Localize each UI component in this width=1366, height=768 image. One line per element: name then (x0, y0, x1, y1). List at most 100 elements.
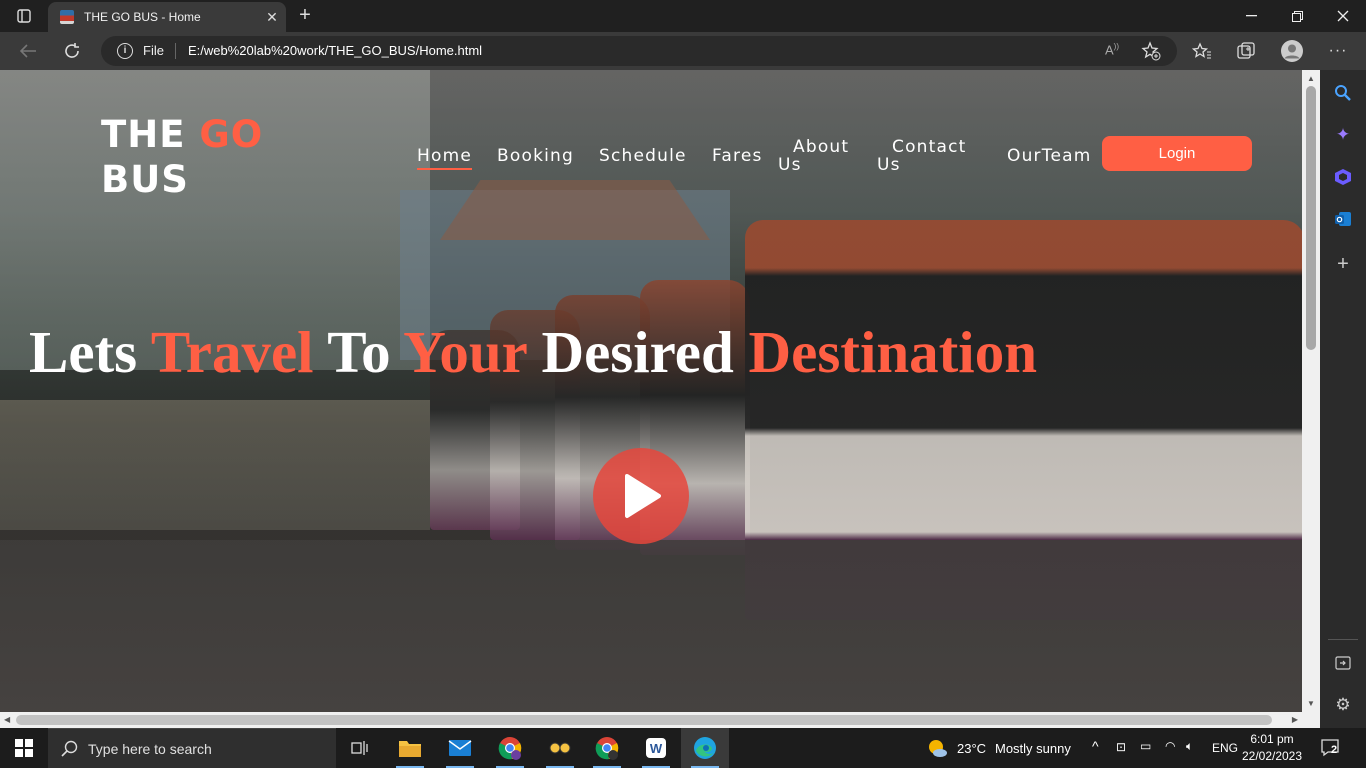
close-tab-icon[interactable]: ✕ (258, 9, 286, 26)
horizontal-scroll-thumb[interactable] (16, 715, 1272, 725)
hero-headline: Lets Travel To Your Desired Destination (0, 318, 1266, 387)
office-icon[interactable] (1331, 165, 1355, 189)
scroll-left-icon[interactable]: ◀ (4, 715, 10, 724)
nav-fares[interactable]: Fares (712, 147, 763, 165)
show-hidden-icons-icon[interactable]: ^ (1092, 738, 1099, 754)
sidebar-layout-icon[interactable] (1331, 651, 1355, 675)
vertical-scrollbar[interactable]: ▲ ▼ (1302, 70, 1320, 712)
wifi-icon[interactable]: ◠ (1165, 739, 1175, 753)
play-video-button[interactable] (593, 448, 689, 544)
nav-contact-us[interactable]: Contact Us (877, 138, 967, 174)
page-hero: THE GO BUS Home Booking Schedule Fares A… (0, 70, 1302, 712)
scrollbar-corner (1302, 712, 1320, 728)
headline-word: Destination (748, 319, 1038, 385)
app-glasses-icon[interactable] (536, 728, 584, 768)
background-roof (440, 180, 710, 240)
word-icon[interactable]: W (632, 728, 680, 768)
language-indicator[interactable]: ENG (1212, 741, 1238, 755)
task-view-icon[interactable] (336, 728, 384, 768)
browser-toolbar: i File E:/web%20lab%20work/THE_GO_BUS/Ho… (0, 32, 1366, 70)
headline-word: Travel (150, 319, 314, 385)
collections-icon[interactable] (1232, 38, 1260, 64)
more-options-icon[interactable]: ··· (1324, 38, 1352, 64)
nav-home[interactable]: Home (417, 147, 473, 170)
clock-time: 6:01 pm (1250, 732, 1294, 746)
nav-booking[interactable]: Booking (497, 147, 574, 165)
scroll-up-icon[interactable]: ▲ (1307, 74, 1315, 83)
nav-about-label-2: Us (778, 155, 802, 175)
headline-word: Desired (541, 319, 734, 385)
copilot-sparkle-icon[interactable]: ✦ (1331, 123, 1355, 147)
nav-contact-label-2: Us (877, 155, 901, 175)
file-explorer-icon[interactable] (386, 728, 434, 768)
battery-icon[interactable]: ▭ (1140, 739, 1151, 753)
weather-condition[interactable]: Mostly sunny (995, 741, 1071, 756)
windows-start-button[interactable] (0, 728, 48, 768)
edge-icon[interactable] (681, 728, 729, 768)
add-favorite-icon[interactable] (1141, 41, 1161, 66)
mail-icon[interactable] (436, 728, 484, 768)
settings-gear-icon[interactable]: ⚙ (1331, 693, 1355, 717)
site-favicon-icon (60, 10, 74, 24)
url-text[interactable]: E:/web%20lab%20work/THE_GO_BUS/Home.html (188, 43, 482, 58)
nav-contact-label: Contact (892, 137, 967, 157)
url-scheme-label: File (143, 43, 164, 58)
sidebar-divider (1328, 639, 1358, 640)
site-logo[interactable]: THE GO BUS (101, 112, 263, 202)
weather-temperature[interactable]: 23°C (957, 741, 986, 756)
windows-taskbar: Type here to search W 23°C Mostly sunny … (0, 728, 1366, 768)
address-bar[interactable]: i File E:/web%20lab%20work/THE_GO_BUS/Ho… (101, 36, 1177, 66)
refresh-icon[interactable] (58, 38, 86, 64)
system-clock[interactable]: 6:01 pm 22/02/2023 (1240, 731, 1304, 765)
read-aloud-icon[interactable]: A)) (1105, 42, 1119, 57)
search-icon[interactable] (1331, 81, 1355, 105)
new-tab-button[interactable]: + (292, 4, 318, 28)
logo-text-the: THE (101, 113, 186, 156)
close-window-button[interactable] (1320, 0, 1366, 32)
browser-tab[interactable]: THE GO BUS - Home ✕ (48, 2, 286, 32)
play-icon (625, 474, 661, 518)
url-separator (175, 43, 176, 59)
minimize-button[interactable] (1228, 0, 1274, 32)
chrome-icon[interactable] (583, 728, 631, 768)
login-button[interactable]: Login (1102, 136, 1252, 171)
svg-text:W: W (650, 741, 663, 756)
search-icon (61, 740, 78, 757)
nav-schedule[interactable]: Schedule (599, 147, 687, 165)
back-arrow-icon[interactable] (14, 38, 42, 64)
tab-title: THE GO BUS - Home (84, 10, 201, 24)
scroll-down-icon[interactable]: ▼ (1307, 699, 1315, 708)
profile-avatar-icon[interactable] (1278, 38, 1306, 64)
search-placeholder: Type here to search (88, 741, 212, 757)
chrome-profile-icon[interactable] (486, 728, 534, 768)
nav-about-label: About (793, 137, 850, 157)
browser-title-bar: THE GO BUS - Home ✕ + (0, 0, 1366, 32)
scroll-right-icon[interactable]: ▶ (1292, 715, 1298, 724)
nav-about-us[interactable]: About Us (778, 138, 849, 174)
background-road (0, 540, 1302, 712)
nav-our-team[interactable]: OurTeam (1007, 147, 1091, 165)
vertical-scroll-thumb[interactable] (1306, 86, 1316, 350)
background-cars (0, 400, 430, 530)
tab-actions-icon[interactable] (8, 4, 40, 28)
favorites-icon[interactable] (1188, 38, 1216, 64)
notifications-icon[interactable]: 2 (1320, 738, 1342, 763)
notification-count: 2 (1331, 744, 1338, 756)
horizontal-scrollbar[interactable]: ◀ ▶ (0, 712, 1302, 728)
edge-sidebar: ✦ + ⚙ (1320, 70, 1366, 728)
logo-text-bus: BUS (101, 158, 189, 201)
outlook-icon[interactable] (1331, 207, 1355, 231)
weather-sunny-icon[interactable] (926, 738, 948, 758)
headline-word: Lets (28, 319, 138, 385)
logo-text-go: GO (199, 113, 264, 156)
headline-word: To (327, 319, 391, 385)
taskbar-search-box[interactable]: Type here to search (48, 728, 336, 768)
windows-logo-icon (15, 739, 33, 757)
clock-date: 22/02/2023 (1241, 749, 1303, 763)
headline-word: Your (403, 319, 527, 385)
meet-now-icon[interactable]: ⊡ (1116, 740, 1126, 754)
info-icon[interactable]: i (117, 43, 133, 59)
volume-icon[interactable]: 🔈︎ (1186, 739, 1193, 754)
add-sidebar-app-icon[interactable]: + (1331, 252, 1355, 276)
restore-button[interactable] (1274, 0, 1320, 32)
